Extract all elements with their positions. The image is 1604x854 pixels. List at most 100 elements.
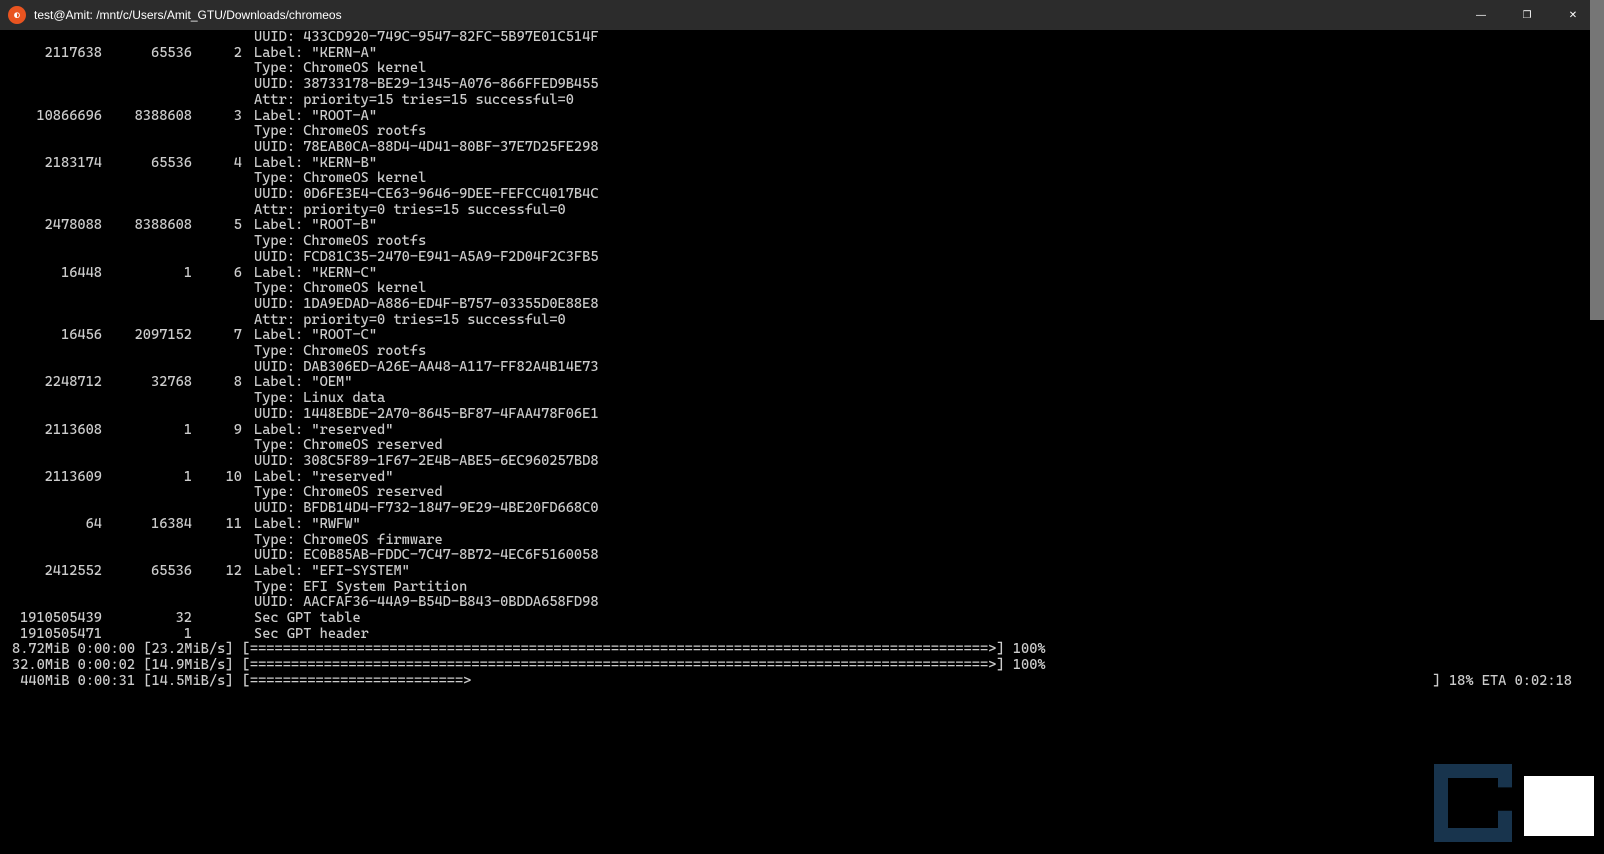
col-size: 16384 [102, 517, 192, 533]
progress-eta: ] 18% ETA 0:02:18 [1433, 674, 1572, 690]
col-detail: Label: "reserved" [254, 423, 393, 439]
col-detail: Type: ChromeOS rootfs [254, 234, 426, 250]
col-detail: Label: "EFI-SYSTEM" [254, 564, 410, 580]
col-detail: Type: ChromeOS kernel [254, 281, 426, 297]
partition-detail: Type: ChromeOS kernel [12, 171, 1596, 187]
col-detail: Sec GPT header [254, 627, 369, 643]
col-detail: UUID: 0D6FE3E4-CE63-9646-9DEE-FEFCC4017B… [254, 187, 599, 203]
partition-detail: UUID: 1448EBDE-2A70-8645-BF87-4FAA478F06… [12, 407, 1596, 423]
col-size: 65536 [102, 46, 192, 62]
partition-row: 2248712327688Label: "OEM" [12, 375, 1596, 391]
col-start: 1910505439 [12, 611, 102, 627]
partition-detail: UUID: 0D6FE3E4-CE63-9646-9DEE-FEFCC4017B… [12, 187, 1596, 203]
partition-row: 1645620971527 Label: "ROOT-C" [12, 328, 1596, 344]
col-detail: Label: "ROOT-C" [254, 328, 377, 344]
partition-row: 211360819Label: "reserved" [12, 423, 1596, 439]
partition-row: 1086669683886083Label: "ROOT-A" [12, 109, 1596, 125]
progress-row: 32.0MiB 0:00:02 [14.9MiB/s] [===========… [12, 658, 1596, 674]
partition-row: 2117638655362 Label: "KERN-A" [12, 46, 1596, 62]
col-num: 12 [192, 564, 242, 580]
partition-row: 191050543932 Sec GPT table [12, 611, 1596, 627]
progress-bar: ========================================… [250, 658, 996, 674]
col-detail: Attr: priority=15 tries=15 successful=0 [254, 93, 574, 109]
partition-detail: UUID: FCD81C35-2470-E941-A5A9-F2D04F2C3F… [12, 250, 1596, 266]
col-detail: Type: ChromeOS rootfs [254, 124, 426, 140]
col-num: 2 [192, 46, 242, 62]
col-num: 7 [192, 328, 242, 344]
col-start: 64 [12, 517, 102, 533]
progress-suffix: ] 100% [996, 658, 1045, 674]
progress-prefix: 440MiB 0:00:31 [14.5MiB/s] [ [12, 674, 250, 690]
col-num: 4 [192, 156, 242, 172]
col-detail: UUID: 1DA9EDAD-A886-ED4F-B757-03355D0E88… [254, 297, 599, 313]
partition-row: 2113609110 Label: "reserved" [12, 470, 1596, 486]
progress-bar: ==========================> [250, 674, 471, 690]
scrollbar-track[interactable] [1588, 0, 1604, 824]
partition-detail: UUID: 1DA9EDAD-A886-ED4F-B757-03355D0E88… [12, 297, 1596, 313]
col-detail: Label: "reserved" [254, 470, 393, 486]
partition-row: 247808883886085Label: "ROOT-B" [12, 218, 1596, 234]
col-detail: Sec GPT table [254, 611, 361, 627]
partition-row: 24125526553612Label: "EFI-SYSTEM" [12, 564, 1596, 580]
partition-detail: Attr: priority=0 tries=15 successful=0 [12, 313, 1596, 329]
maximize-button[interactable]: ❐ [1504, 0, 1550, 30]
partition-detail: UUID: 78EAB0CA-88D4-4D41-80BF-37E7D25FE2… [12, 140, 1596, 156]
col-num: 8 [192, 375, 242, 391]
col-start: 2248712 [12, 375, 102, 391]
col-num: 10 [192, 470, 242, 486]
col-detail: Type: ChromeOS kernel [254, 61, 426, 77]
col-detail: Type: ChromeOS firmware [254, 533, 443, 549]
col-detail: Label: "KERN-A" [254, 46, 377, 62]
minimize-button[interactable]: — [1458, 0, 1504, 30]
col-detail: Type: EFI System Partition [254, 580, 467, 596]
col-size: 1 [102, 423, 192, 439]
col-detail: UUID: 433CD920-749C-9547-82FC-5B97E01C51… [254, 30, 599, 46]
col-start: 2478088 [12, 218, 102, 234]
col-size: 8388608 [102, 218, 192, 234]
col-detail: Type: Linux data [254, 391, 385, 407]
partition-detail: Attr: priority=0 tries=15 successful=0 [12, 203, 1596, 219]
partition-row: 2183174655364Label: "KERN-B" [12, 156, 1596, 172]
progress-prefix: 32.0MiB 0:00:02 [14.9MiB/s] [ [12, 658, 250, 674]
partition-detail: UUID: BFDB14D4-F732-1847-9E29-4BE20FD668… [12, 501, 1596, 517]
col-detail: Type: ChromeOS reserved [254, 438, 443, 454]
col-detail: Label: "KERN-B" [254, 156, 377, 172]
col-detail: UUID: 308C5F89-1F67-2E4B-ABE5-6EC960257B… [254, 454, 599, 470]
col-num: 9 [192, 423, 242, 439]
partition-row: 641638411Label: "RWFW" [12, 517, 1596, 533]
partition-detail: UUID: 308C5F89-1F67-2E4B-ABE5-6EC960257B… [12, 454, 1596, 470]
col-start: 2113609 [12, 470, 102, 486]
col-size: 2097152 [102, 328, 192, 344]
partition-detail: Type: Linux data [12, 391, 1596, 407]
col-start: 10866696 [12, 109, 102, 125]
window-titlebar: ◐ test@Amit: /mnt/c/Users/Amit_GTU/Downl… [0, 0, 1604, 30]
partition-detail: Type: ChromeOS firmware [12, 533, 1596, 549]
terminal-output[interactable]: UUID: 433CD920-749C-9547-82FC-5B97E01C51… [0, 30, 1604, 854]
col-detail: UUID: DAB306ED-A26E-AA48-A117-FF82A4B14E… [254, 360, 599, 376]
progress-prefix: 8.72MiB 0:00:00 [23.2MiB/s] [ [12, 642, 250, 658]
col-start: 2117638 [12, 46, 102, 62]
partition-detail: UUID: 38733178-BE29-1345-A076-866FFED9B4… [12, 77, 1596, 93]
col-detail: Label: "ROOT-A" [254, 109, 377, 125]
col-size: 1 [102, 470, 192, 486]
col-detail: Attr: priority=0 tries=15 successful=0 [254, 313, 566, 329]
partition-row: 1644816Label: "KERN-C" [12, 266, 1596, 282]
partition-detail: Attr: priority=15 tries=15 successful=0 [12, 93, 1596, 109]
partition-detail: UUID: EC0B85AB-FDDC-7C47-8B72-4EC6F51600… [12, 548, 1596, 564]
partition-detail: Type: ChromeOS kernel [12, 281, 1596, 297]
col-detail: UUID: AACFAF36-44A9-B54D-B843-0BDDA658FD… [254, 595, 599, 611]
window-controls: — ❐ ✕ [1458, 0, 1596, 30]
col-num: 11 [192, 517, 242, 533]
col-size: 32 [102, 611, 192, 627]
col-detail: UUID: EC0B85AB-FDDC-7C47-8B72-4EC6F51600… [254, 548, 599, 564]
col-detail: Type: ChromeOS kernel [254, 171, 426, 187]
col-num: 5 [192, 218, 242, 234]
col-start: 16456 [12, 328, 102, 344]
partition-detail: Type: ChromeOS reserved [12, 485, 1596, 501]
window-title: test@Amit: /mnt/c/Users/Amit_GTU/Downloa… [34, 8, 1458, 22]
progress-row: 8.72MiB 0:00:00 [23.2MiB/s] [===========… [12, 642, 1596, 658]
scrollbar-thumb[interactable] [1590, 0, 1604, 320]
col-size: 32768 [102, 375, 192, 391]
col-detail: UUID: 78EAB0CA-88D4-4D41-80BF-37E7D25FE2… [254, 140, 599, 156]
col-detail: Type: ChromeOS rootfs [254, 344, 426, 360]
